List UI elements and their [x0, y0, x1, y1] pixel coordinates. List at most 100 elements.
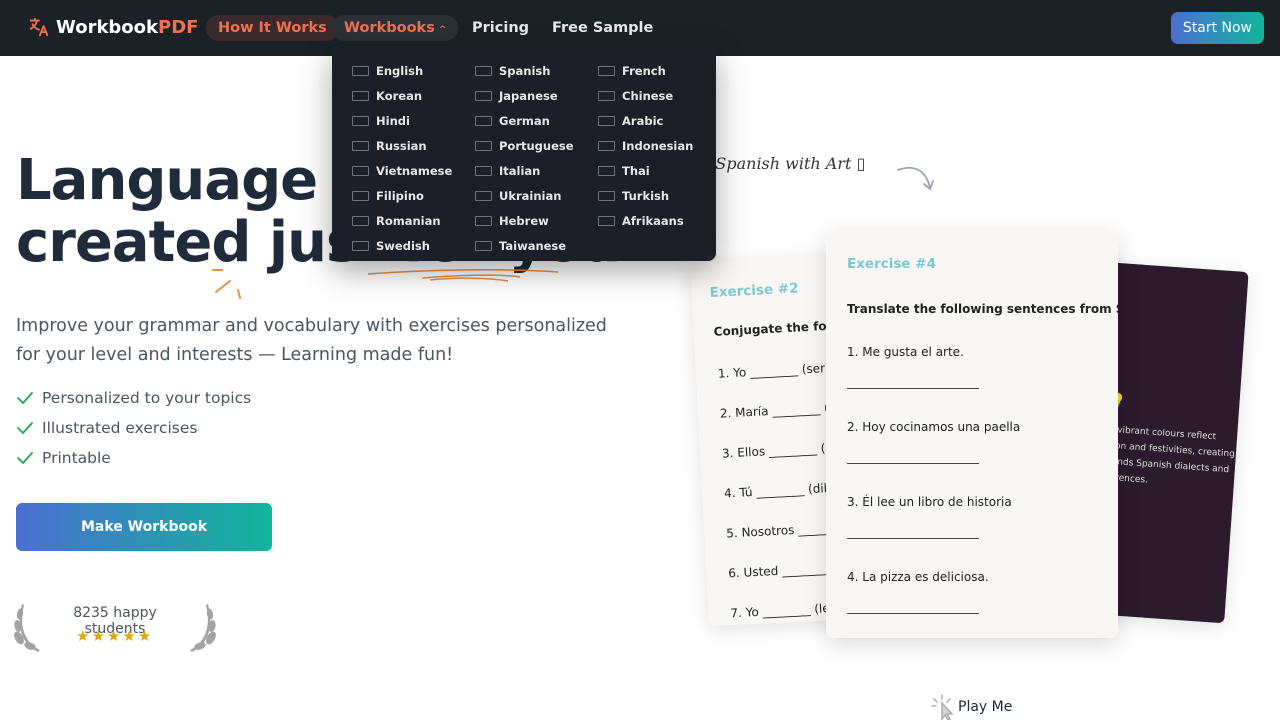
flag-icon	[352, 140, 369, 151]
flag-icon	[598, 140, 615, 151]
language-item[interactable]: Hebrew	[475, 208, 598, 233]
language-label: Indonesian	[622, 138, 694, 153]
logo-text: WorkbookPDF	[56, 16, 199, 38]
flag-icon	[352, 90, 369, 101]
language-label: Vietnamese	[376, 163, 453, 178]
flag-icon	[352, 190, 369, 201]
flag-icon	[598, 215, 615, 226]
translate-icon	[29, 17, 49, 37]
language-label: English	[376, 63, 424, 78]
exercise-card-4: Exercise #4 Translate the following sent…	[826, 230, 1118, 638]
language-item[interactable]: Vietnamese	[352, 158, 475, 183]
language-item[interactable]: Korean	[352, 83, 475, 108]
underline-scribble-icon	[367, 269, 559, 282]
language-item[interactable]: Japanese	[475, 83, 598, 108]
flag-icon	[352, 240, 369, 251]
flag-icon	[475, 165, 492, 176]
language-item[interactable]: Ukrainian	[475, 183, 598, 208]
flag-icon	[352, 65, 369, 76]
flag-icon	[598, 115, 615, 126]
language-item[interactable]: Hindi	[352, 108, 475, 133]
click-icon	[931, 694, 954, 720]
language-label: Hindi	[376, 113, 410, 128]
handwritten-note: n Spanish with Art ▯	[700, 154, 866, 173]
flag-icon	[475, 115, 492, 126]
language-label: Japanese	[499, 88, 558, 103]
language-item[interactable]: German	[475, 108, 598, 133]
language-label: Afrikaans	[622, 213, 684, 228]
logo[interactable]: WorkbookPDF	[28, 16, 198, 38]
language-label: Chinese	[622, 88, 674, 103]
language-item[interactable]: Spanish	[475, 58, 598, 83]
flag-icon	[598, 65, 615, 76]
language-item[interactable]: Arabic	[598, 108, 721, 133]
spark-icon	[212, 269, 241, 299]
language-item[interactable]: Swedish	[352, 233, 475, 258]
hero-subtitle: Improve your grammar and vocabulary with…	[16, 316, 607, 365]
language-item[interactable]: Afrikaans	[598, 208, 721, 233]
language-label: Swedish	[376, 238, 430, 253]
start-now-button[interactable]: Start Now	[1170, 12, 1264, 44]
nav-workbooks[interactable]: Workbooks ^	[332, 15, 459, 41]
laurel-icon	[190, 604, 216, 652]
flag-icon	[598, 165, 615, 176]
flag-icon	[475, 90, 492, 101]
language-label: Korean	[376, 88, 423, 103]
language-label: Turkish	[622, 188, 670, 203]
play-me-button[interactable]: Play Me	[930, 693, 1012, 720]
nav-how-it-works[interactable]: How It Works	[206, 15, 339, 41]
flag-icon	[475, 240, 492, 251]
language-label: Filipino	[376, 188, 424, 203]
answer-line	[847, 463, 979, 464]
language-label: French	[622, 63, 666, 78]
language-item[interactable]: Russian	[352, 133, 475, 158]
language-grid: English Spanish French Korean Japanese Chines…	[352, 58, 716, 258]
language-item[interactable]: Filipino	[352, 183, 475, 208]
flag-icon	[475, 190, 492, 201]
language-item[interactable]: Turkish	[598, 183, 721, 208]
language-label: Hebrew	[499, 213, 549, 228]
answer-line	[847, 388, 979, 389]
flag-icon	[475, 140, 492, 151]
chevron-up-icon: ^	[438, 25, 447, 35]
check-icon	[17, 422, 33, 434]
language-label: German	[499, 113, 550, 128]
language-item[interactable]: Chinese	[598, 83, 721, 108]
language-item[interactable]: English	[352, 58, 475, 83]
flag-icon	[475, 215, 492, 226]
language-item[interactable]: French	[598, 58, 721, 83]
check-icon	[17, 392, 33, 404]
language-label: Ukrainian	[499, 188, 562, 203]
flag-icon	[598, 90, 615, 101]
language-item[interactable]: Romanian	[352, 208, 475, 233]
feature-item: Illustrated exercises	[16, 419, 197, 437]
language-label: Romanian	[376, 213, 441, 228]
language-label: Arabic	[622, 113, 664, 128]
answer-line	[847, 538, 979, 539]
check-icon	[17, 452, 33, 464]
language-item[interactable]: Portuguese	[475, 133, 598, 158]
language-label: Portuguese	[499, 138, 574, 153]
language-label: Spanish	[499, 63, 551, 78]
hero-title-line1: Language w	[16, 148, 387, 213]
language-item[interactable]: Indonesian	[598, 133, 721, 158]
language-item[interactable]: Taiwanese	[475, 233, 598, 258]
flag-icon	[475, 65, 492, 76]
answer-line	[847, 613, 979, 614]
language-label: Russian	[376, 138, 427, 153]
feature-item: Printable	[16, 449, 111, 467]
language-label: Thai	[622, 163, 650, 178]
flag-icon	[352, 165, 369, 176]
nav-pricing[interactable]: Pricing	[460, 15, 541, 41]
flag-icon	[598, 190, 615, 201]
language-item[interactable]: Italian	[475, 158, 598, 183]
laurel-icon	[14, 604, 40, 652]
flag-icon	[352, 215, 369, 226]
nav-free-sample[interactable]: Free Sample	[540, 15, 665, 41]
make-workbook-button[interactable]: Make Workbook	[16, 503, 272, 551]
language-item[interactable]: Thai	[598, 158, 721, 183]
flag-icon	[352, 115, 369, 126]
page: WorkbookPDF How It Works Workbooks ^ Pric…	[0, 0, 1280, 720]
rating-stars: ★★★★★	[76, 627, 154, 645]
workbooks-dropdown: English Spanish French Korean Japanese Chines…	[332, 46, 716, 261]
